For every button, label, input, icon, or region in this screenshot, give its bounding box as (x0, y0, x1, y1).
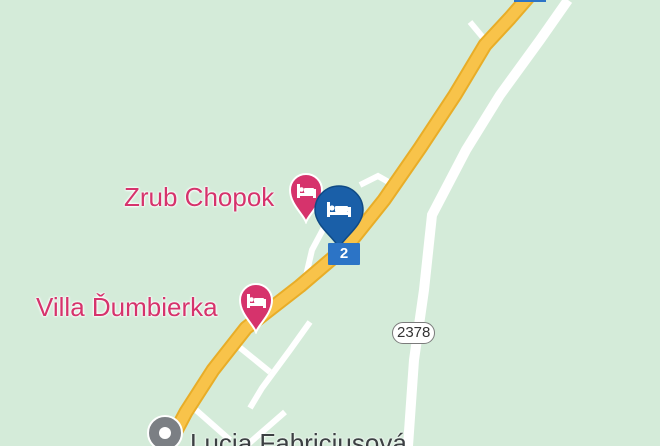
minor-road-south-2 (236, 343, 272, 375)
poi-label-villa-dumbierka[interactable]: Villa Ďumbierka (36, 292, 218, 322)
hotel-pin-villa-dumbierka[interactable] (237, 280, 275, 339)
road-number-badge: 2378 (392, 322, 436, 344)
place-pin-icon[interactable] (146, 414, 184, 446)
place-label-lucia[interactable]: Lucia Fabriciusová (190, 428, 407, 446)
poi-label-zrub-chopok[interactable]: Zrub Chopok (124, 182, 274, 212)
minor-road-east (403, 0, 573, 446)
route-shield: 2 (328, 243, 360, 265)
offscreen-marker-edge (514, 0, 546, 2)
map-canvas[interactable]: Zrub Chopok 2 Villa Ďumbierka 2378 Lucia… (0, 0, 660, 446)
